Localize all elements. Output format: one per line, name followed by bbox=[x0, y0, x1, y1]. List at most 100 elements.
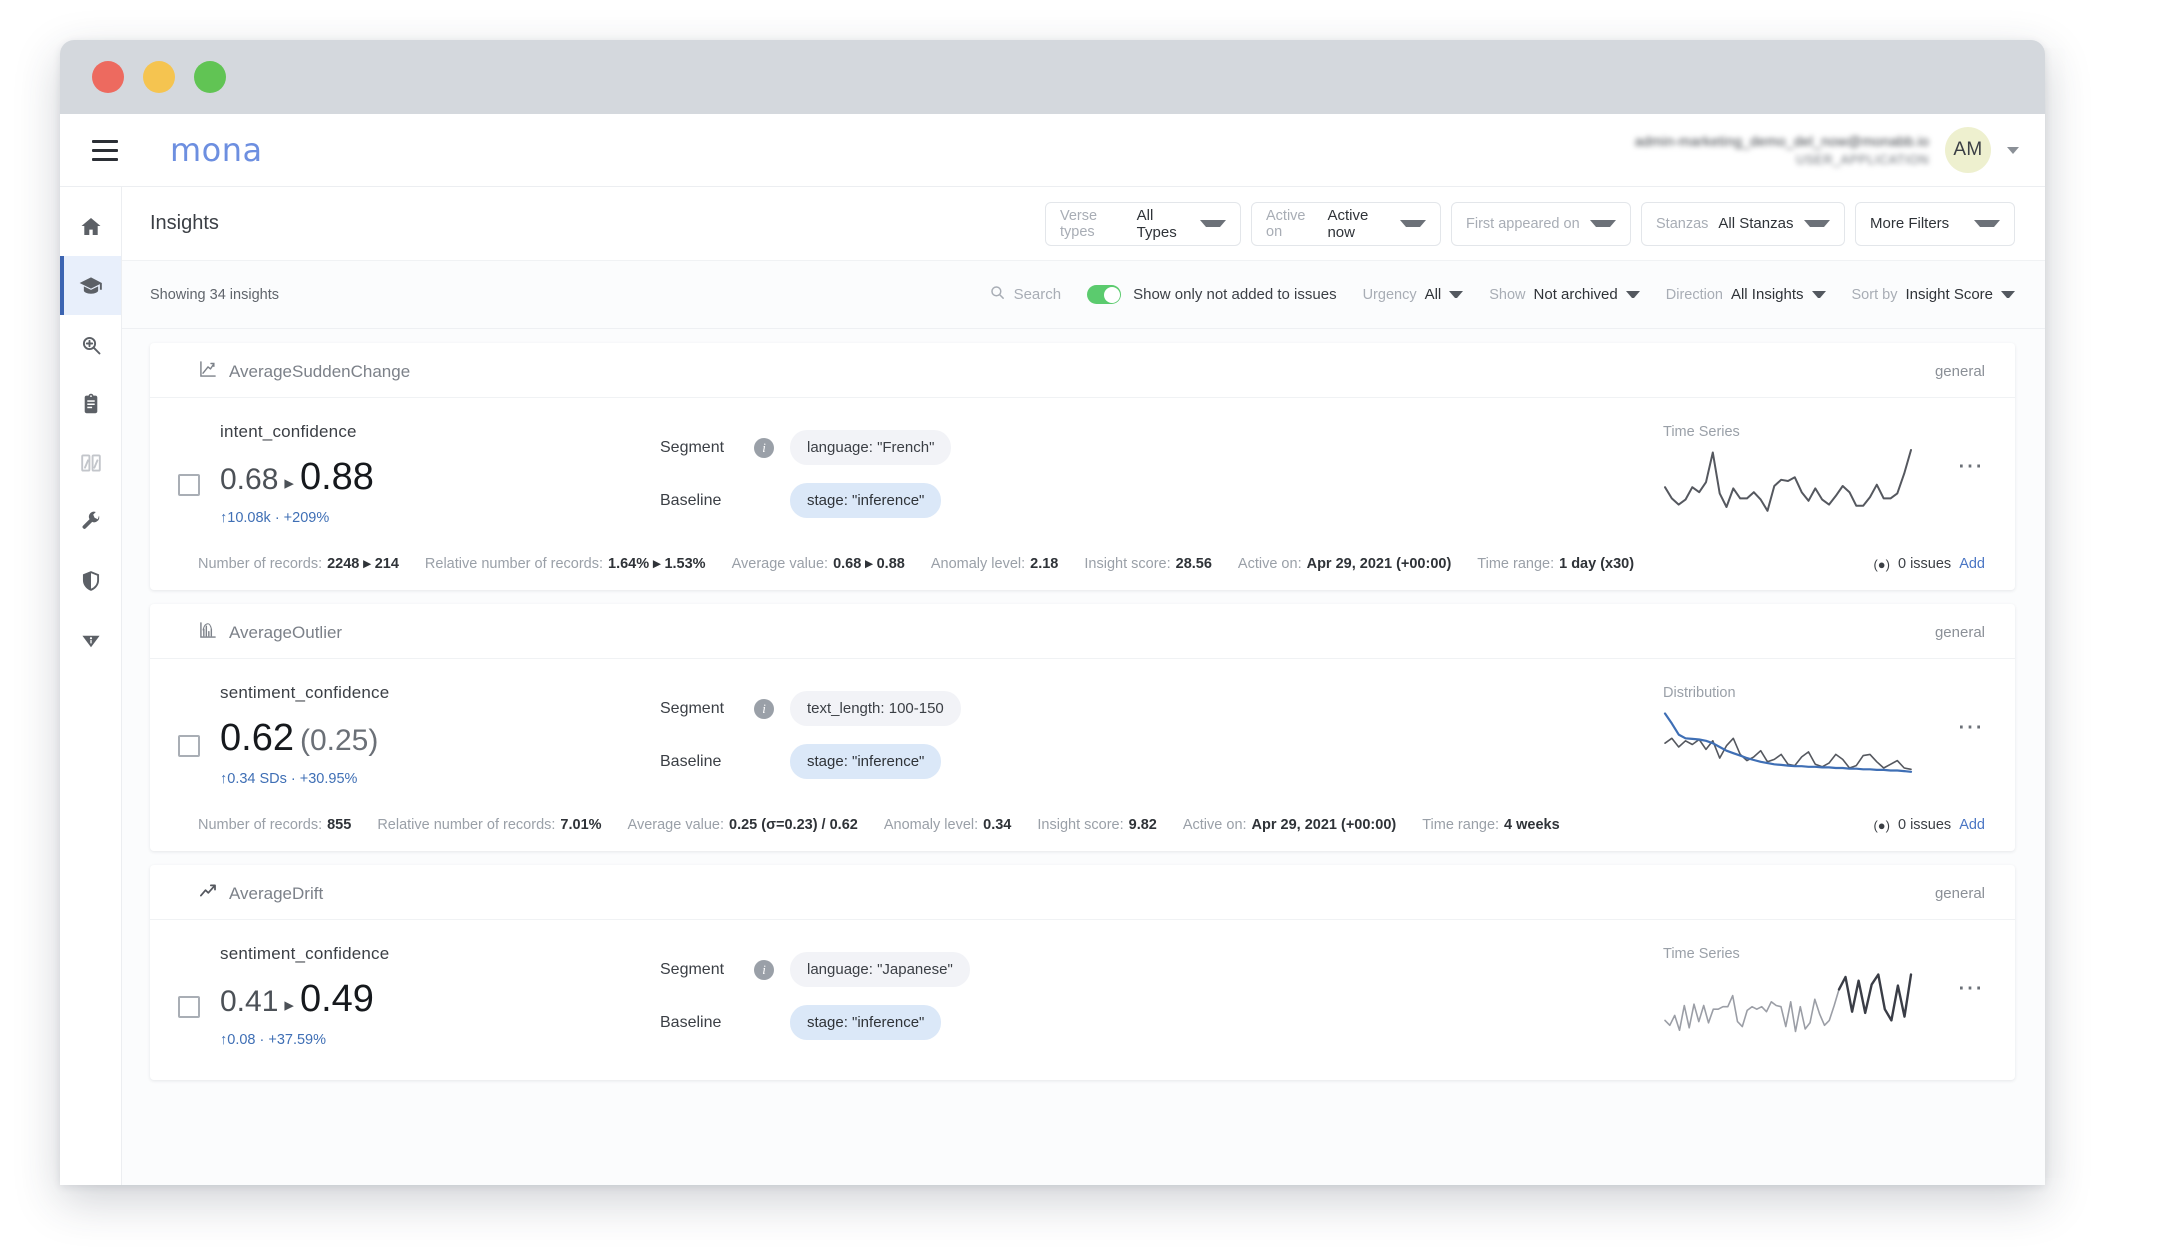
insight-type: AverageSuddenChange bbox=[198, 359, 410, 384]
chevron-down-icon[interactable] bbox=[1811, 291, 1826, 298]
sidebar-item-config[interactable] bbox=[60, 492, 121, 551]
insight-card-body: sentiment_confidence 0.62 (0.25) ↑0.34 S… bbox=[150, 659, 2015, 807]
more-filters-button[interactable]: More Filters bbox=[1855, 201, 2015, 246]
brand-logo[interactable]: mona bbox=[170, 131, 263, 169]
filter-controls: Verse types All Types Active on Active n… bbox=[1045, 201, 2015, 246]
add-issue-link[interactable]: Add bbox=[1959, 556, 1985, 572]
insight-card-meta: Number of records: 855 Relative number of… bbox=[150, 807, 2015, 851]
sidebar-item-investigate[interactable] bbox=[60, 315, 121, 374]
chevron-down-icon[interactable] bbox=[1974, 220, 2000, 227]
browser-titlebar bbox=[60, 40, 2045, 114]
outlier-histogram-icon bbox=[198, 620, 218, 645]
filter-verse-types[interactable]: Verse types All Types bbox=[1045, 201, 1241, 246]
sidebar-item-insights[interactable] bbox=[60, 256, 121, 315]
not-added-to-issues-toggle[interactable]: Show only not added to issues bbox=[1087, 285, 1337, 304]
info-icon[interactable]: i bbox=[754, 437, 774, 458]
metric-name: intent_confidence bbox=[220, 422, 357, 441]
dropdown-direction-label: Direction bbox=[1665, 286, 1723, 303]
meta-average-value: Average value: 0.25 (σ=0.23) / 0.62 bbox=[627, 817, 858, 833]
insight-issues: (●) 0 issues Add bbox=[1873, 817, 1985, 833]
insight-checkbox[interactable] bbox=[178, 996, 200, 1018]
sparkline-time-series bbox=[1664, 973, 1913, 1033]
add-issue-link[interactable]: Add bbox=[1959, 817, 1985, 833]
sidebar-item-home[interactable] bbox=[60, 197, 121, 256]
dropdown-sort-by[interactable]: Sort by Insight Score bbox=[1852, 286, 2015, 303]
wrench-icon bbox=[79, 510, 103, 534]
chevron-down-icon[interactable] bbox=[1804, 220, 1830, 227]
dropdown-sort-by-value: Insight Score bbox=[1905, 286, 1993, 303]
info-icon[interactable]: i bbox=[754, 698, 774, 719]
sidebar-item-reports[interactable] bbox=[60, 374, 121, 433]
meta-time-range: Time range: 1 day (x30) bbox=[1477, 556, 1635, 572]
chevron-down-icon[interactable] bbox=[2001, 291, 2015, 298]
insight-card-header: AverageSuddenChange general bbox=[150, 343, 2015, 398]
insight-chart[interactable]: Time Series ⋯ bbox=[1663, 938, 1993, 1043]
dropdown-show[interactable]: Show Not archived bbox=[1489, 286, 1640, 303]
insight-card[interactable]: AverageDrift general sentiment_confidenc… bbox=[150, 865, 2015, 1080]
minimize-window-button[interactable] bbox=[143, 61, 175, 93]
dropdown-direction-value: All Insights bbox=[1730, 286, 1804, 303]
insights-list: AverageSuddenChange general intent_confi… bbox=[122, 329, 2045, 1185]
metric-value-to: 0.88 bbox=[299, 456, 374, 498]
compare-split-icon bbox=[79, 451, 103, 475]
browser-window: mona admin-marketing_demo_del_now@monabb… bbox=[60, 40, 2045, 1185]
baseline-label: Baseline bbox=[660, 752, 722, 770]
arrow-right-icon: ▸ bbox=[284, 995, 294, 1016]
info-icon[interactable]: i bbox=[754, 959, 774, 980]
insight-checkbox[interactable] bbox=[178, 735, 200, 757]
user-menu[interactable]: admin-marketing_demo_del_now@monabb.io U… bbox=[1635, 127, 2045, 173]
dropdown-direction[interactable]: Direction All Insights bbox=[1666, 286, 1826, 303]
meta-insight-score: Insight score: 28.56 bbox=[1084, 556, 1212, 572]
close-window-button[interactable] bbox=[92, 61, 124, 93]
meta-relative-number-of-records: Relative number of records: 1.64% ▸ 1.53% bbox=[424, 556, 706, 572]
insight-chart[interactable]: Time Series ⋯ bbox=[1663, 416, 1993, 521]
meta-number-of-records: Number of records: 2248 ▸ 214 bbox=[198, 556, 399, 572]
meta-anomaly-level: Anomaly level: 0.34 bbox=[883, 817, 1012, 833]
insight-segments: Segment i language: "French" Baseline st… bbox=[660, 416, 1090, 536]
search-input[interactable]: Search bbox=[989, 284, 1061, 306]
chevron-down-icon[interactable] bbox=[1625, 291, 1640, 298]
app-header: mona admin-marketing_demo_del_now@monabb… bbox=[60, 114, 2045, 187]
chevron-down-icon[interactable] bbox=[2007, 146, 2019, 154]
insight-card-meta: Number of records: 2248 ▸ 214 Relative nu… bbox=[150, 546, 2015, 590]
chevron-down-icon[interactable] bbox=[1400, 220, 1426, 227]
dropdown-urgency-value: All bbox=[1424, 286, 1442, 303]
insight-more-options-button[interactable]: ⋯ bbox=[1957, 452, 1985, 478]
maximize-window-button[interactable] bbox=[194, 61, 226, 93]
segment-label: Segment bbox=[660, 438, 725, 456]
filter-active-on[interactable]: Active on Active now bbox=[1251, 201, 1441, 246]
trending-up-icon bbox=[198, 881, 218, 906]
toggle-switch[interactable] bbox=[1087, 285, 1122, 304]
arrow-right-icon: ▸ bbox=[284, 473, 294, 494]
filter-stanzas[interactable]: Stanzas All Stanzas bbox=[1641, 201, 1845, 246]
chevron-down-icon[interactable] bbox=[1449, 291, 1464, 298]
dropdown-urgency[interactable]: Urgency All bbox=[1363, 286, 1464, 303]
sidebar-item-security[interactable] bbox=[60, 551, 121, 610]
insight-tag: general bbox=[1934, 363, 1985, 380]
filters-bar: Insights Verse types All Types Active on… bbox=[122, 187, 2045, 261]
insight-checkbox[interactable] bbox=[178, 474, 200, 496]
insight-metric: sentiment_confidence 0.41 ▸ 0.49 ↑0.08 ·… bbox=[220, 938, 620, 1048]
insight-more-options-button[interactable]: ⋯ bbox=[1957, 713, 1985, 739]
insight-more-options-button[interactable]: ⋯ bbox=[1957, 974, 1985, 1000]
dropdown-sort-by-label: Sort by bbox=[1851, 286, 1898, 303]
meta-active-on: Active on: Apr 29, 2021 (+00:00) bbox=[1182, 817, 1397, 833]
insight-chart[interactable]: Distribution ⋯ bbox=[1663, 677, 1993, 782]
hamburger-icon[interactable] bbox=[82, 139, 128, 161]
sparkline-distribution bbox=[1663, 712, 1913, 773]
toggle-knob bbox=[1103, 286, 1120, 303]
sidebar-item-compare[interactable] bbox=[60, 433, 121, 492]
metric-value-from: 0.41 bbox=[220, 985, 279, 1018]
baseline-label: Baseline bbox=[660, 1013, 722, 1031]
avatar[interactable]: AM bbox=[1945, 127, 1991, 173]
filter-first-appeared-on[interactable]: First appeared on bbox=[1451, 201, 1631, 246]
chevron-down-icon[interactable] bbox=[1590, 220, 1616, 227]
metric-value: 0.68 ▸ 0.88 bbox=[220, 456, 620, 499]
meta-anomaly-level: Anomaly level: 2.18 bbox=[930, 556, 1059, 572]
user-email: admin-marketing_demo_del_now@monabb.io bbox=[1634, 133, 1929, 149]
insight-card[interactable]: AverageSuddenChange general intent_confi… bbox=[150, 343, 2015, 590]
sidebar-item-about[interactable] bbox=[60, 610, 121, 669]
toolbar-controls: Search Show only not added to issues Urg… bbox=[989, 284, 2015, 306]
chevron-down-icon[interactable] bbox=[1200, 220, 1226, 227]
insight-card[interactable]: AverageOutlier general sentiment_confide… bbox=[150, 604, 2015, 851]
